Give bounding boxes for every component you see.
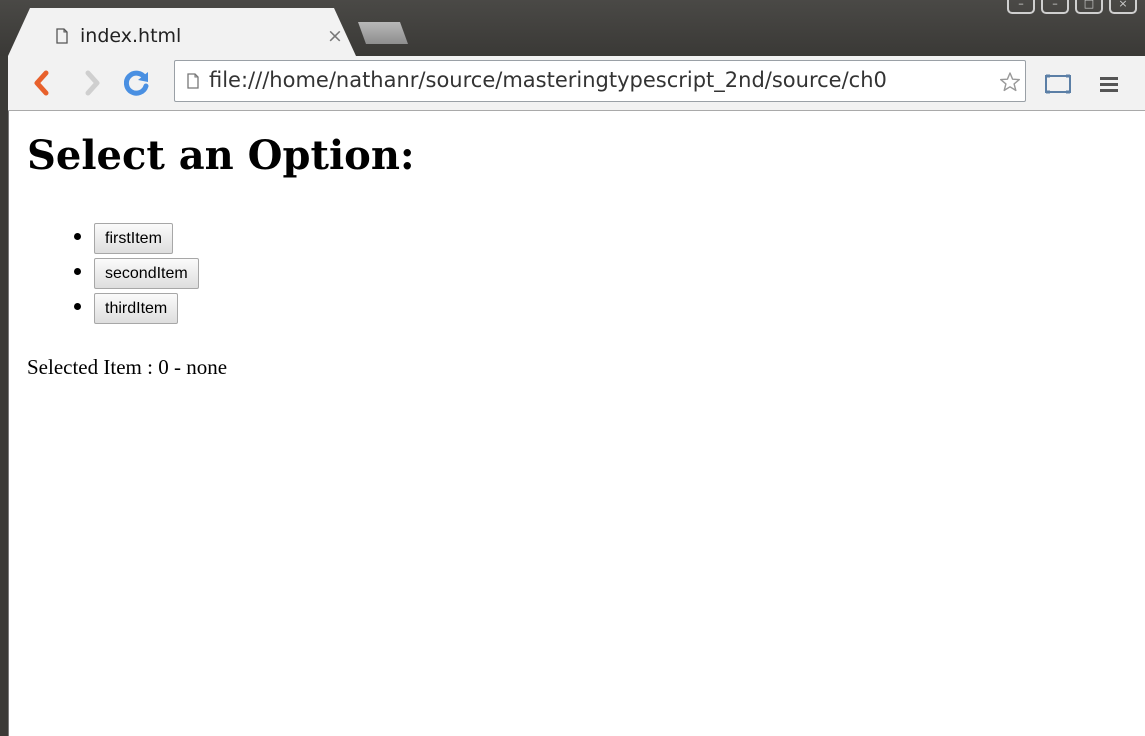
list-item: secondItem: [94, 258, 199, 293]
page-icon: [56, 28, 68, 44]
browser-toolbar: file:///home/nathanr/source/masteringtyp…: [8, 56, 1145, 111]
second-item-button[interactable]: secondItem: [94, 258, 199, 289]
minimize-button[interactable]: –: [1041, 0, 1069, 14]
close-window-glyph: ×: [1118, 0, 1128, 10]
window-titlebar: index.html × – – □ ×: [0, 0, 1145, 56]
tab-title: index.html: [80, 25, 182, 47]
list-item: firstItem: [94, 223, 199, 258]
list-item: thirdItem: [94, 293, 199, 328]
selected-item-text: Selected Item : 0 - none: [27, 355, 228, 379]
maximize-button[interactable]: □: [1075, 0, 1103, 14]
browser-tab[interactable]: index.html ×: [8, 8, 356, 56]
maximize-glyph: □: [1083, 0, 1095, 10]
window-controls: – – □ ×: [1001, 0, 1137, 14]
minimize-glyph: –: [1052, 0, 1058, 10]
first-item-button[interactable]: firstItem: [94, 223, 173, 254]
page-icon: [187, 73, 199, 89]
page-title: Select an Option:: [27, 132, 415, 179]
close-window-button[interactable]: ×: [1109, 0, 1137, 14]
menu-icon[interactable]: [1100, 76, 1118, 92]
back-arrow-icon[interactable]: [30, 70, 56, 96]
reload-icon[interactable]: [124, 70, 150, 96]
address-bar[interactable]: file:///home/nathanr/source/masteringtyp…: [174, 60, 1026, 102]
address-url[interactable]: file:///home/nathanr/source/masteringtyp…: [209, 68, 995, 92]
third-item-button[interactable]: thirdItem: [94, 293, 179, 324]
page-content: Select an Option: firstItem secondItem t…: [8, 111, 1145, 736]
new-tab-button[interactable]: [358, 22, 408, 44]
forward-arrow-icon[interactable]: [78, 70, 104, 96]
cast-icon[interactable]: [1044, 74, 1072, 94]
tab-close-icon[interactable]: ×: [327, 25, 343, 47]
options-list: firstItem secondItem thirdItem: [54, 223, 199, 328]
star-icon[interactable]: [999, 71, 1021, 93]
window-control-1-glyph: –: [1018, 0, 1024, 10]
window-control-1[interactable]: –: [1007, 0, 1035, 14]
